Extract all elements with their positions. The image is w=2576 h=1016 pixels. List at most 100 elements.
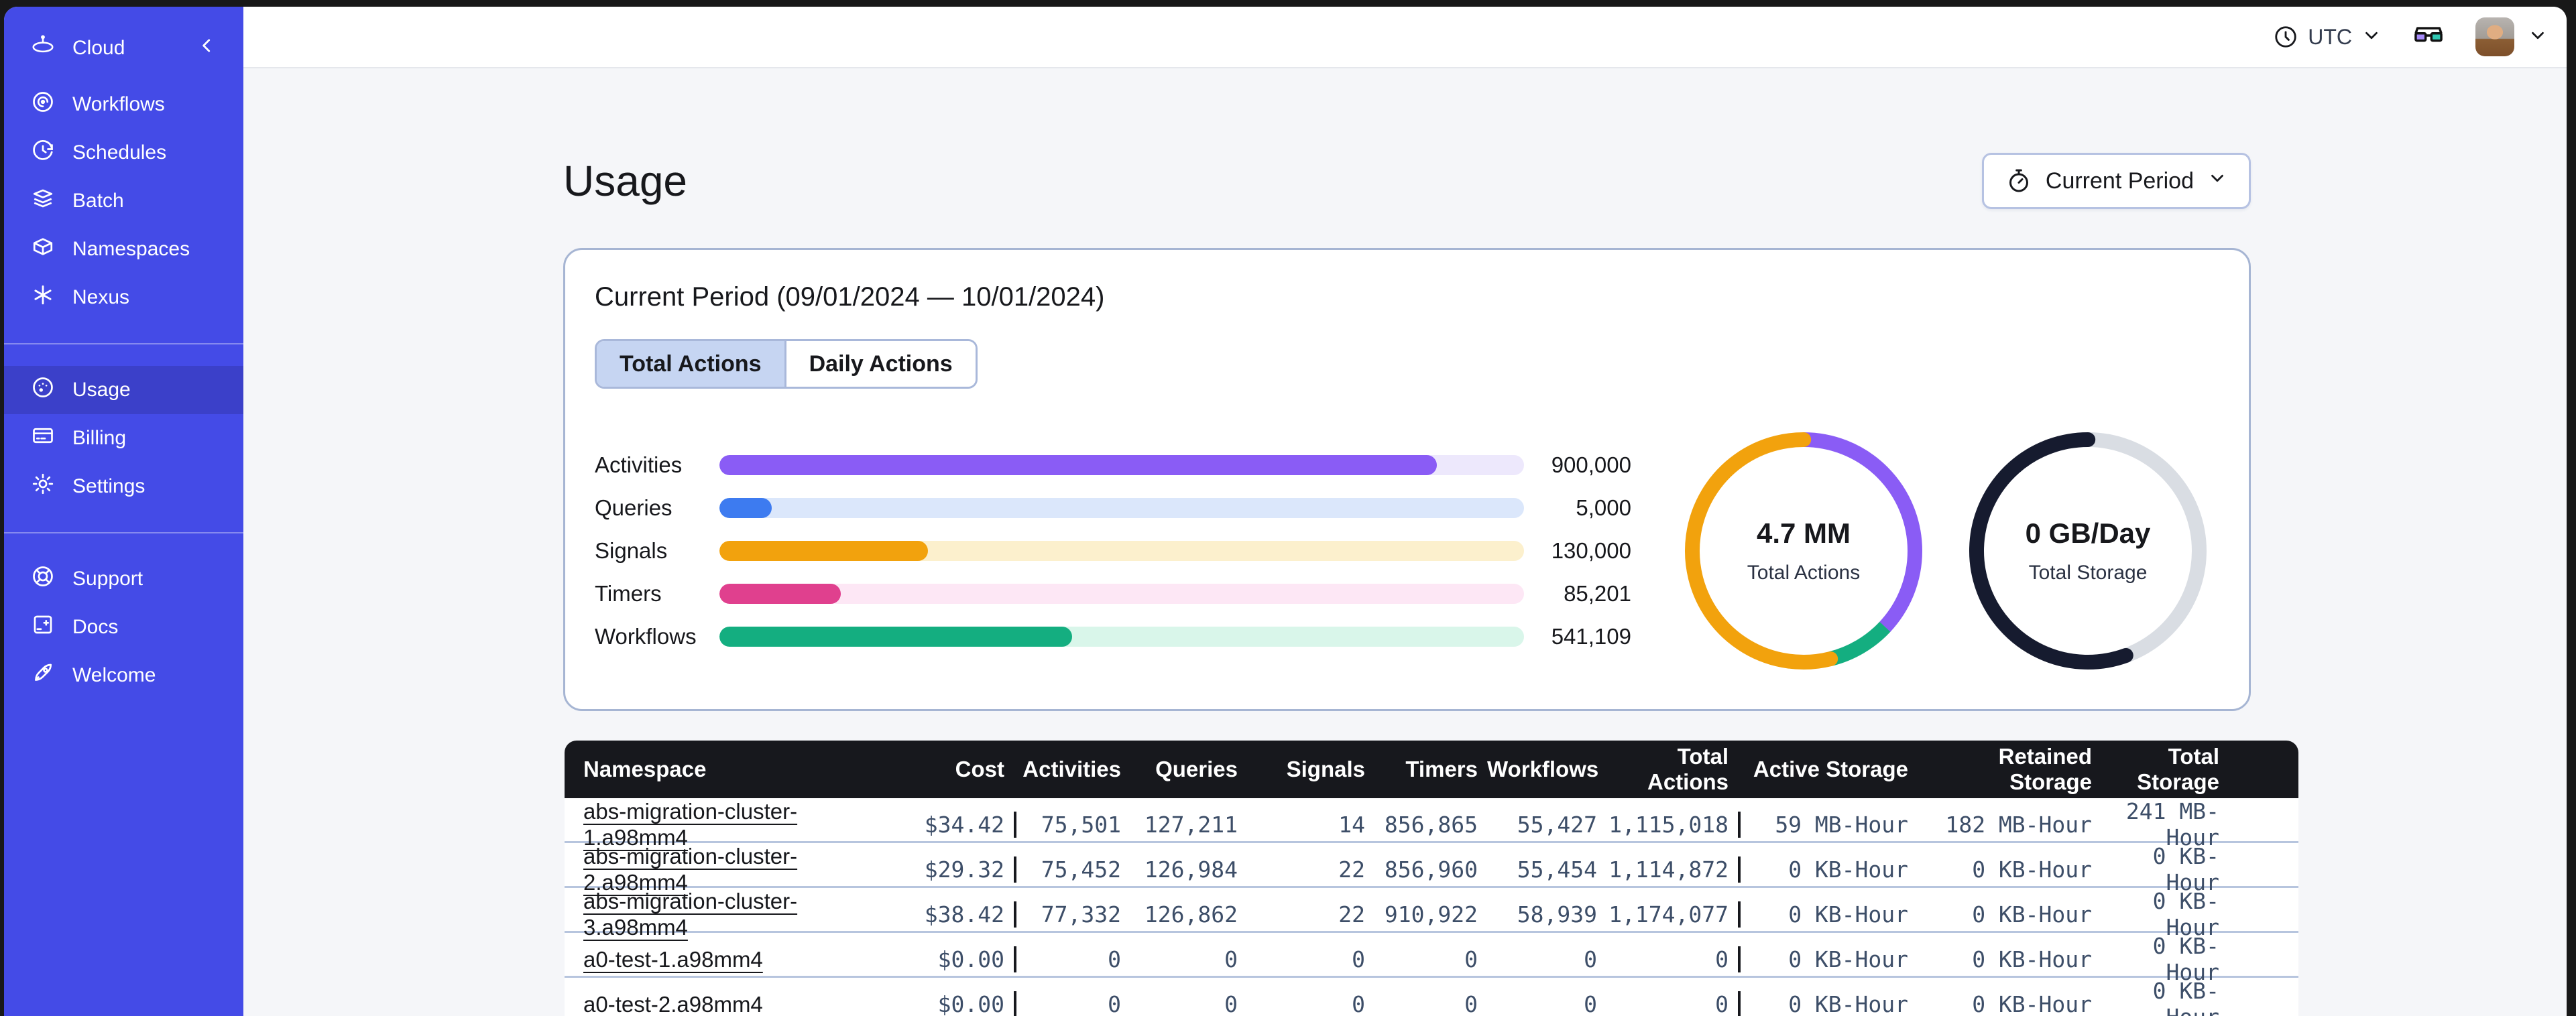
nexus-icon: [31, 283, 55, 312]
bar-track: [719, 541, 1524, 561]
cell-total-actions: 1,115,018: [1608, 811, 1729, 838]
main-area: UTC Usage Current Period Current Period …: [243, 7, 2567, 1016]
col-header-namespace: Namespace: [583, 757, 707, 781]
cell-total-actions: 1,114,872: [1608, 856, 1729, 883]
cell-signals: 0: [1352, 991, 1365, 1016]
app-window: Cloud Workflows Schedules Batch Namespac…: [4, 7, 2567, 1016]
sidebar-item-schedules[interactable]: Schedules: [4, 129, 243, 177]
cell-cost: $38.42: [924, 901, 1004, 928]
cell-workflows: 58,939: [1517, 901, 1597, 928]
sidebar-item-usage[interactable]: Usage: [4, 366, 243, 414]
namespace-link[interactable]: a0-test-1.a98mm4: [583, 947, 763, 972]
bar-label: Timers: [595, 581, 662, 606]
cell-total-actions: 1,174,077: [1608, 901, 1729, 928]
cell-workflows: 55,427: [1517, 811, 1597, 838]
bar-track: [719, 584, 1524, 604]
stopwatch-icon: [2009, 169, 2028, 192]
bar-value: 5,000: [1576, 495, 1631, 520]
cell-signals: 14: [1338, 811, 1365, 838]
temporal-logo-icon: [31, 34, 55, 63]
cell-cost: $0.00: [937, 946, 1004, 972]
sidebar-item-welcome[interactable]: Welcome: [4, 651, 243, 700]
bar-fill: [719, 541, 928, 561]
total-storage-value: 0 GB/Day: [2025, 517, 2151, 549]
bar-track: [719, 455, 1524, 475]
cell-signals: 0: [1352, 946, 1365, 972]
col-header-timers: Timers: [1405, 757, 1478, 781]
sidebar-item-nexus[interactable]: Nexus: [4, 273, 243, 322]
sidebar-item-workflows[interactable]: Workflows: [4, 80, 243, 129]
sidebar-item-billing[interactable]: Billing: [4, 414, 243, 462]
cell-workflows: 0: [1584, 991, 1597, 1016]
bar-label: Workflows: [595, 624, 697, 649]
current-period-card: Current Period (09/01/2024 — 10/01/2024)…: [563, 248, 2251, 711]
namespace-link[interactable]: abs-migration-cluster-1.a98mm4: [583, 799, 797, 850]
chevron-down-icon: [2207, 168, 2227, 194]
sidebar-item-label: Workflows: [72, 93, 165, 115]
timezone-picker[interactable]: UTC: [2273, 24, 2382, 50]
cell-queries: 0: [1224, 991, 1238, 1016]
table-row: a0-test-2.a98mm4 $0.00 0 0 0 0 0 0 0 KB-…: [565, 976, 2298, 1016]
col-header-total-storage: Total Storage: [2137, 744, 2219, 794]
sidebar-item-support[interactable]: Support: [4, 555, 243, 603]
nerd-glasses-icon[interactable]: [2411, 18, 2446, 56]
usage-icon: [31, 375, 55, 405]
col-header-signals: Signals: [1286, 757, 1365, 781]
cell-workflows: 55,454: [1517, 856, 1597, 883]
col-header-workflows: Workflows: [1487, 757, 1599, 781]
bar-value: 130,000: [1551, 538, 1631, 563]
sidebar-item-docs[interactable]: Docs: [4, 603, 243, 651]
cell-cost: $34.42: [924, 811, 1004, 838]
bar-value: 85,201: [1564, 581, 1631, 606]
bar-row-activities: Activities 900,000: [595, 452, 1631, 477]
col-header-retained-storage: Retained Storage: [1998, 744, 2092, 794]
avatar[interactable]: [2475, 17, 2514, 56]
sidebar-item-label: Docs: [72, 616, 119, 638]
sidebar-item-label: Usage: [72, 379, 131, 401]
tab-total-actions[interactable]: Total Actions: [597, 341, 784, 387]
sidebar-item-batch[interactable]: Batch: [4, 177, 243, 225]
bar-fill: [719, 498, 772, 518]
bar-row-signals: Signals 130,000: [595, 538, 1631, 563]
sidebar-item-label: Settings: [72, 475, 145, 497]
workflows-icon: [31, 90, 55, 119]
cell-timers: 910,922: [1384, 901, 1478, 928]
total-actions-donut: 4.7 MM Total Actions: [1683, 430, 1924, 672]
sidebar-item-namespaces[interactable]: Namespaces: [4, 225, 243, 273]
actions-bar-chart: Activities 900,000 Queries 5,000 Signals…: [595, 452, 1631, 649]
sidebar-item-settings[interactable]: Settings: [4, 462, 243, 511]
cell-total-storage: 0 KB-Hour: [2152, 978, 2219, 1016]
account-menu[interactable]: [2475, 17, 2548, 56]
cell-active-storage: 0 KB-Hour: [1738, 991, 1918, 1016]
cell-activities: 77,332: [1014, 901, 1130, 928]
bar-label: Activities: [595, 452, 683, 477]
cell-queries: 0: [1224, 946, 1238, 972]
sidebar-brand-cloud[interactable]: Cloud: [4, 24, 243, 72]
namespace-link[interactable]: abs-migration-cluster-2.a98mm4: [583, 844, 797, 895]
chevron-down-icon: [2528, 25, 2548, 49]
rocket-icon: [31, 661, 55, 690]
billing-icon: [31, 424, 55, 453]
col-header-activities: Activities: [1014, 757, 1130, 782]
col-header-queries: Queries: [1155, 757, 1238, 781]
namespaces-icon: [31, 235, 55, 264]
namespace-link[interactable]: abs-migration-cluster-3.a98mm4: [583, 889, 797, 940]
cell-retained-storage: 0 KB-Hour: [1972, 946, 2092, 972]
cell-activities: 75,501: [1014, 811, 1130, 838]
cell-timers: 856,960: [1384, 856, 1478, 883]
period-dropdown-label: Current Period: [2045, 168, 2194, 194]
total-actions-label: Total Actions: [1747, 562, 1861, 584]
sidebar-collapse-button[interactable]: [196, 36, 217, 61]
batch-icon: [31, 186, 55, 216]
cell-retained-storage: 0 KB-Hour: [1972, 991, 2092, 1016]
sidebar-item-label: Billing: [72, 427, 127, 449]
bar-track: [719, 498, 1524, 518]
settings-icon: [31, 472, 55, 501]
cell-active-storage: 0 KB-Hour: [1738, 946, 1918, 972]
namespace-link[interactable]: a0-test-2.a98mm4: [583, 992, 763, 1016]
chevron-left-icon: [202, 39, 211, 52]
tab-daily-actions[interactable]: Daily Actions: [784, 341, 976, 387]
period-dropdown-button[interactable]: Current Period: [1981, 153, 2251, 209]
table-header-row: Namespace Cost Activities Queries Signal…: [565, 741, 2298, 798]
cell-queries: 126,862: [1144, 901, 1238, 928]
